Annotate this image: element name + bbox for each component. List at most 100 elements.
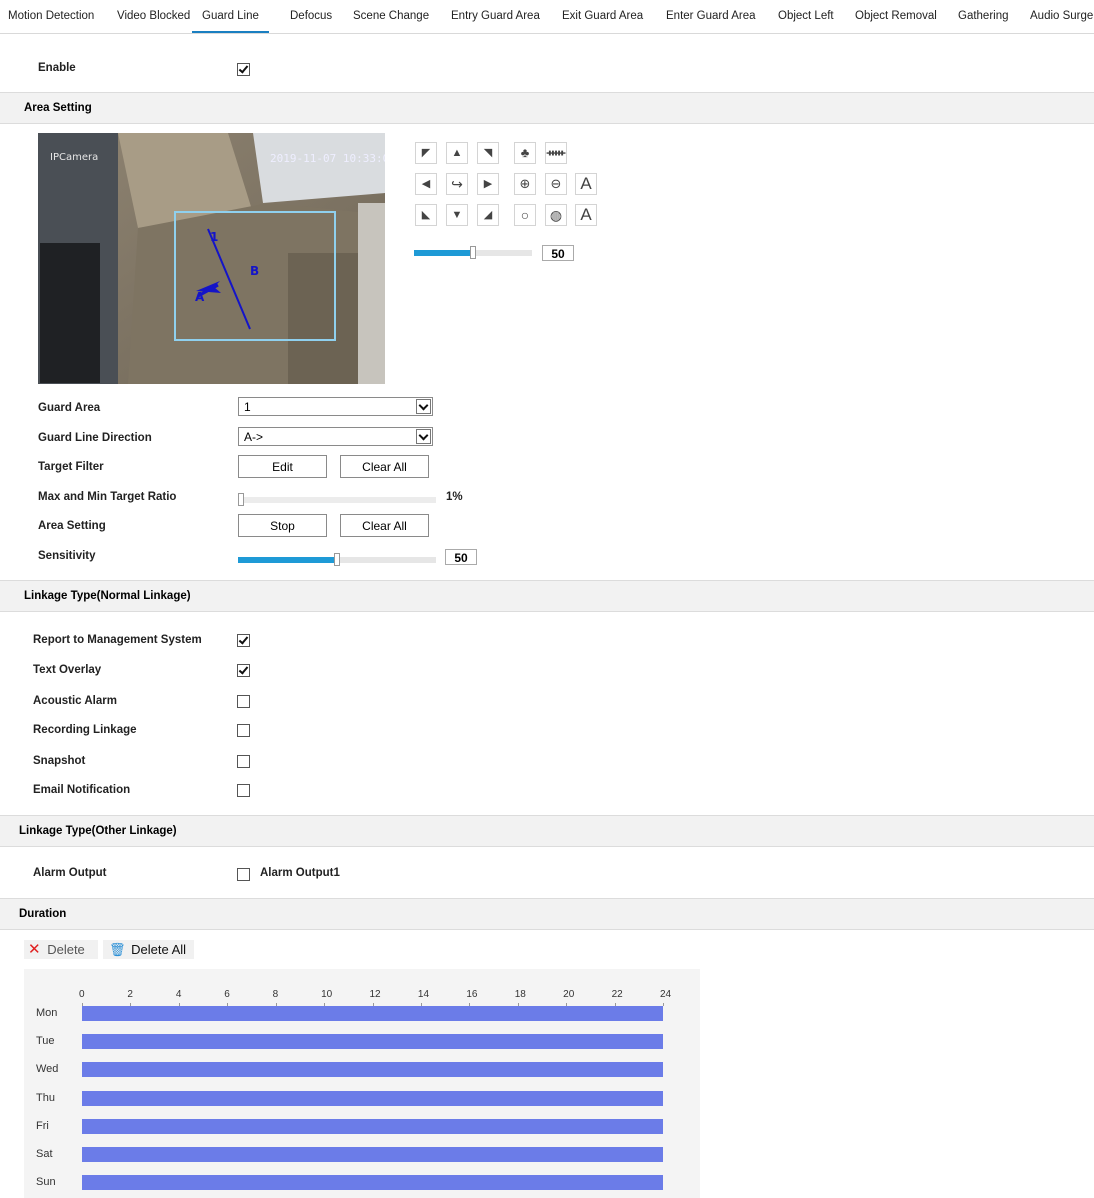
- sensitivity-thumb[interactable]: [334, 553, 340, 566]
- zoom-in-button[interactable]: ⊕: [514, 173, 536, 195]
- recording-linkage-label: Recording Linkage: [33, 724, 137, 736]
- fence-icon: ᚔ: [546, 148, 566, 159]
- sensitivity-slider[interactable]: [238, 553, 436, 566]
- text-overlay-label: Text Overlay: [33, 664, 102, 676]
- ptz-down-right-button[interactable]: ◢: [477, 204, 499, 226]
- zoom-out-button[interactable]: ⊖: [545, 173, 567, 195]
- tab-gathering[interactable]: Gathering: [958, 0, 1009, 32]
- chevron-down-icon: [416, 399, 431, 414]
- tab-scene-change[interactable]: Scene Change: [353, 0, 429, 32]
- arrow-up-icon: ▲: [451, 147, 463, 159]
- target-filter-clear-button[interactable]: Clear All: [340, 455, 429, 478]
- schedule-bar-tue[interactable]: [82, 1034, 663, 1050]
- recording-linkage-checkbox[interactable]: [237, 724, 250, 737]
- ptz-right-button[interactable]: ▶: [477, 173, 499, 195]
- schedule-bar-mon[interactable]: [82, 1006, 663, 1021]
- tab-object-removal[interactable]: Object Removal: [855, 0, 937, 32]
- area-setting-clear-button[interactable]: Clear All: [340, 514, 429, 537]
- alarm-output1-checkbox[interactable]: [237, 868, 250, 881]
- delete-button[interactable]: ✕ Delete: [24, 940, 98, 959]
- ratio-label: Max and Min Target Ratio: [38, 491, 177, 503]
- ptz-down-button[interactable]: ▼: [446, 204, 468, 226]
- letter-a-icon: A: [580, 174, 592, 193]
- camera-osd-timestamp: 2019-11-07 10:33:0: [270, 152, 385, 165]
- zoom-in-icon: ⊕: [519, 176, 531, 191]
- ptz-up-right-button[interactable]: ◥: [477, 142, 499, 164]
- ptz-auto-scan-button[interactable]: ↪: [446, 173, 468, 195]
- guard-line-direction-select[interactable]: A->: [238, 427, 433, 446]
- ptz-speed-thumb[interactable]: [470, 246, 476, 259]
- redo-arrow-icon: ↪: [451, 176, 463, 192]
- ptz-up-button[interactable]: ▲: [446, 142, 468, 164]
- area-setting-stop-button[interactable]: Stop: [238, 514, 327, 537]
- ptz-up-left-button[interactable]: ◤: [415, 142, 437, 164]
- camera-preview[interactable]: IPCamera 2019-11-07 10:33:0 1 A B: [38, 133, 385, 384]
- enable-checkbox[interactable]: [237, 63, 250, 76]
- hour-tick-mark: [663, 1003, 664, 1006]
- camera-frame: IPCamera 2019-11-07 10:33:0 1 A B: [38, 133, 385, 384]
- arrow-down-left-icon: ◣: [421, 209, 431, 221]
- schedule-bar-sun[interactable]: [82, 1175, 663, 1191]
- focus-near-button[interactable]: A: [575, 204, 597, 226]
- tele-button[interactable]: ♣: [514, 142, 536, 164]
- schedule-grid[interactable]: 0 2 4 6 8 10 12 14 16 18 20 22 24 Mon Tue Wed Thu Fri Sat S…: [24, 969, 700, 1198]
- acoustic-alarm-checkbox[interactable]: [237, 695, 250, 708]
- target-filter-label: Target Filter: [38, 461, 104, 473]
- schedule-bar-sat[interactable]: [82, 1147, 663, 1162]
- hour-tick-label: 18: [514, 989, 526, 1000]
- tab-enter-guard-area[interactable]: Enter Guard Area: [666, 0, 756, 32]
- letter-a-icon: A: [580, 205, 592, 224]
- close-icon: ✕: [28, 941, 41, 958]
- guard-area-select[interactable]: 1: [238, 397, 433, 416]
- day-label: Fri: [36, 1119, 49, 1132]
- ptz-speed-slider[interactable]: [414, 246, 532, 259]
- iris-close-button[interactable]: ◍: [545, 204, 567, 226]
- ratio-thumb[interactable]: [238, 493, 244, 506]
- tab-entry-guard-area[interactable]: Entry Guard Area: [451, 0, 540, 32]
- email-notification-checkbox[interactable]: [237, 784, 250, 797]
- ptz-down-left-button[interactable]: ◣: [415, 204, 437, 226]
- schedule-bar-thu[interactable]: [82, 1090, 663, 1106]
- ptz-speed-fill: [414, 250, 473, 256]
- tab-motion-detection[interactable]: Motion Detection: [8, 0, 94, 32]
- delete-label: Delete: [47, 942, 85, 957]
- tab-exit-guard-area[interactable]: Exit Guard Area: [562, 0, 643, 32]
- guard-line-direction-label: Guard Line Direction: [38, 432, 152, 444]
- alarm-output1-label: Alarm Output1: [260, 867, 340, 879]
- tab-object-left[interactable]: Object Left: [778, 0, 834, 32]
- acoustic-alarm-label: Acoustic Alarm: [33, 695, 117, 707]
- duration-header: Duration: [0, 898, 1094, 930]
- report-management-checkbox[interactable]: [237, 634, 250, 647]
- tab-defocus[interactable]: Defocus: [290, 0, 332, 32]
- hour-tick-label: 24: [660, 989, 672, 1000]
- side-a-label: A: [195, 290, 205, 304]
- hour-tick-label: 10: [321, 989, 333, 1000]
- delete-all-button[interactable]: 🗑 Delete All: [103, 940, 194, 959]
- day-label: Sun: [36, 1176, 56, 1189]
- tab-video-blocked[interactable]: Video Blocked: [117, 0, 190, 32]
- sensitivity-fill: [238, 557, 337, 563]
- schedule-bar-fri[interactable]: [82, 1118, 663, 1134]
- guard-area-label: Guard Area: [38, 402, 101, 414]
- focus-far-button[interactable]: A: [575, 173, 597, 195]
- linkage-other-header: Linkage Type(Other Linkage): [0, 815, 1094, 847]
- camera-osd-name: IPCamera: [50, 152, 98, 163]
- target-filter-edit-button[interactable]: Edit: [238, 455, 327, 478]
- wide-button[interactable]: ᚔ: [545, 142, 567, 164]
- tab-audio-surge[interactable]: Audio Surge: [1030, 0, 1093, 32]
- day-label: Thu: [36, 1091, 55, 1104]
- zoom-out-icon: ⊖: [550, 176, 562, 191]
- ratio-slider[interactable]: [238, 493, 436, 506]
- text-overlay-checkbox[interactable]: [237, 664, 250, 677]
- snapshot-checkbox[interactable]: [237, 755, 250, 768]
- detection-tabs: Motion Detection Video Blocked Guard Lin…: [0, 0, 1094, 34]
- ptz-left-button[interactable]: ◀: [415, 173, 437, 195]
- iris-close-icon: ◍: [549, 207, 563, 223]
- area-setting-header: Area Setting: [0, 92, 1094, 124]
- schedule-bar-wed[interactable]: [82, 1062, 663, 1078]
- day-label: Mon: [36, 1007, 58, 1019]
- iris-open-button[interactable]: ○: [514, 204, 536, 226]
- tab-guard-line[interactable]: Guard Line: [192, 0, 269, 33]
- hour-tick-label: 4: [175, 989, 182, 1000]
- hour-tick-label: 20: [563, 989, 575, 1000]
